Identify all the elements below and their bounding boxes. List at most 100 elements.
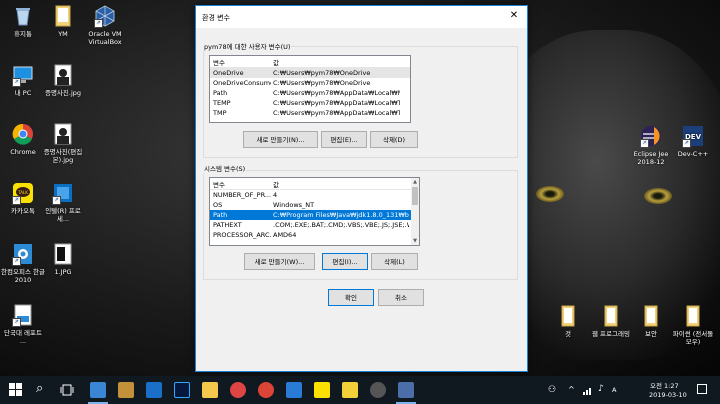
desktop-icon-security[interactable]: 보안	[628, 305, 674, 338]
system-new-button[interactable]: 새로 만들기(W)...	[244, 253, 315, 270]
folder-icon	[640, 305, 662, 327]
desktop-icon-eclipse[interactable]: ↗ Eclipse Jee 2018-12	[628, 125, 674, 166]
store-icon[interactable]	[118, 382, 134, 398]
desktop-icon-ym-folder[interactable]: YM	[40, 5, 86, 38]
clock-date[interactable]: 2019-03-10	[649, 391, 687, 399]
svg-text:TALK: TALK	[17, 190, 28, 195]
image-file-icon	[52, 243, 74, 265]
system-list-scrollbar[interactable]: ▲ ▼	[411, 178, 419, 245]
table-row[interactable]: Path C:₩Users₩pym78₩AppData₩Local₩Micr..…	[210, 88, 410, 98]
table-row[interactable]: OneDrive C:₩Users₩pym78₩OneDrive	[210, 68, 410, 78]
list-header: 변수 값	[210, 56, 410, 68]
shortcut-arrow-icon: ↗	[12, 257, 21, 266]
recycle-bin-icon	[12, 5, 34, 27]
desktop-icon-python[interactable]: 파이썬 (전서돌모우)	[670, 305, 716, 346]
desktop-icon-id-photo[interactable]: 증명사진.jpg	[40, 64, 86, 97]
hancom-icon: ↗	[12, 243, 34, 266]
paint-icon[interactable]	[230, 382, 246, 398]
taskbar: ⌕ ⚇ ^ ♪ A 오전 1:27 2019-03-10	[0, 376, 720, 404]
table-row-selected[interactable]: Path C:₩Program Files₩Java₩jdk1.8.0_131₩…	[210, 210, 419, 220]
settings-gear-icon[interactable]	[370, 382, 386, 398]
chevron-up-icon[interactable]: ^	[568, 385, 575, 394]
desktop-icon-report[interactable]: ↗ 단국대 레포트 ...	[0, 304, 46, 345]
dialog-titlebar[interactable]: 환경 변수 ✕	[196, 6, 527, 28]
wallpaper-cat-eye	[644, 188, 672, 204]
network-icon[interactable]	[583, 386, 593, 397]
dialog-title: 환경 변수	[202, 14, 230, 22]
user-delete-button[interactable]: 삭제(D)	[370, 131, 418, 148]
shortcut-arrow-icon: ↗	[640, 139, 649, 148]
desktop-icon-1-jpg[interactable]: 1.JPG	[40, 243, 86, 276]
desktop-icon-folder-1[interactable]: 것	[545, 305, 591, 338]
people-icon[interactable]: ⚇	[548, 385, 556, 395]
intel-icon: ↗	[52, 182, 74, 205]
desktop-icon-intel[interactable]: ↗ 인텔(R) 프로세...	[40, 182, 86, 223]
scrollbar-thumb[interactable]	[412, 187, 418, 205]
user-new-button[interactable]: 새로 만들기(N)...	[243, 131, 318, 148]
chrome-icon[interactable]	[258, 382, 274, 398]
env-variables-dialog: 환경 변수 ✕ pym78에 대한 사용자 변수(U) 변수 값 OneDriv…	[195, 5, 528, 372]
column-header-value[interactable]: 값	[273, 57, 400, 67]
clock-time[interactable]: 오전 1:27	[650, 380, 679, 390]
shortcut-arrow-icon: ↗	[12, 196, 21, 205]
sticky-notes-icon[interactable]	[342, 382, 358, 398]
kakaotalk-icon: TALK ↗	[12, 182, 34, 205]
search-icon[interactable]: ⌕	[36, 381, 43, 396]
eclipse-icon: ↗	[640, 125, 662, 148]
desktop-icon-virtualbox[interactable]: ↗ Oracle VM VirtualBox	[82, 5, 128, 46]
shortcut-arrow-icon: ↗	[682, 139, 691, 148]
devcpp-icon: DEV ↗	[682, 125, 704, 148]
system-edit-button[interactable]: 편집(I)...	[322, 253, 368, 270]
chrome-icon	[12, 123, 34, 145]
table-row[interactable]: OneDriveConsumer C:₩Users₩pym78₩OneDrive	[210, 78, 410, 88]
folder-icon	[52, 5, 74, 27]
start-button[interactable]	[9, 383, 23, 399]
user-variables-label: pym78에 대한 사용자 변수(U)	[203, 41, 292, 51]
virtualbox-icon: ↗	[94, 5, 116, 28]
vscode-icon[interactable]	[286, 382, 302, 398]
volume-icon[interactable]: ♪	[598, 384, 604, 394]
user-variables-list[interactable]: 변수 값 OneDrive C:₩Users₩pym78₩OneDrive On…	[209, 55, 411, 123]
table-row[interactable]: TMP C:₩Users₩pym78₩AppData₩Local₩Temp	[210, 108, 410, 118]
wallpaper-cat-eye	[536, 186, 564, 202]
edge-icon[interactable]	[146, 382, 162, 398]
folder-icon[interactable]	[202, 382, 218, 398]
shortcut-arrow-icon: ↗	[12, 318, 21, 327]
cancel-button[interactable]: 취소	[378, 289, 424, 306]
table-row[interactable]: TEMP C:₩Users₩pym78₩AppData₩Local₩Temp	[210, 98, 410, 108]
this-pc-icon: ↗	[12, 64, 34, 87]
column-header-variable[interactable]: 변수	[213, 179, 271, 189]
photo-icon	[52, 123, 74, 145]
desktop-icon-devcpp[interactable]: DEV ↗ Dev-C++	[670, 125, 716, 158]
list-header: 변수 값	[210, 178, 419, 190]
table-row[interactable]: PATHEXT .COM;.EXE;.BAT;.CMD;.VBS;.VBE;.J…	[210, 220, 419, 230]
folder-icon	[682, 305, 704, 327]
shortcut-arrow-icon: ↗	[52, 196, 61, 205]
user-edit-button[interactable]: 편집(E)...	[321, 131, 367, 148]
system-properties-icon[interactable]	[398, 382, 414, 398]
close-icon[interactable]: ✕	[507, 10, 521, 21]
ok-button[interactable]: 확인	[328, 289, 374, 306]
column-header-variable[interactable]: 변수	[213, 57, 271, 67]
table-row[interactable]: NUMBER_OF_PR... 4	[210, 190, 419, 200]
system-variables-list[interactable]: 변수 값 NUMBER_OF_PR... 4 OS Windows_NT Pat…	[209, 177, 420, 246]
folder-icon	[557, 305, 579, 327]
system-variables-label: 시스템 변수(S)	[203, 163, 247, 173]
scroll-down-icon[interactable]: ▼	[411, 237, 419, 245]
task-view-icon[interactable]	[60, 384, 74, 398]
file-explorer-icon[interactable]	[90, 382, 106, 398]
scroll-up-icon[interactable]: ▲	[411, 178, 419, 186]
photo-icon	[52, 64, 74, 86]
kakaotalk-icon[interactable]	[314, 382, 330, 398]
system-delete-button[interactable]: 삭제(L)	[371, 253, 418, 270]
document-icon: ↗	[12, 304, 34, 327]
ime-indicator[interactable]: A	[612, 386, 616, 394]
table-row[interactable]: PROCESSOR_ARC... AMD64	[210, 230, 419, 240]
shortcut-arrow-icon: ↗	[94, 19, 103, 28]
photoshop-icon[interactable]	[174, 382, 190, 398]
desktop-icon-id-photo-edited[interactable]: 증명사진(편집본).jpg	[40, 123, 86, 164]
windows-logo-icon	[9, 383, 22, 396]
notification-icon[interactable]	[697, 384, 707, 394]
column-header-value[interactable]: 값	[273, 179, 409, 189]
table-row[interactable]: OS Windows_NT	[210, 200, 419, 210]
